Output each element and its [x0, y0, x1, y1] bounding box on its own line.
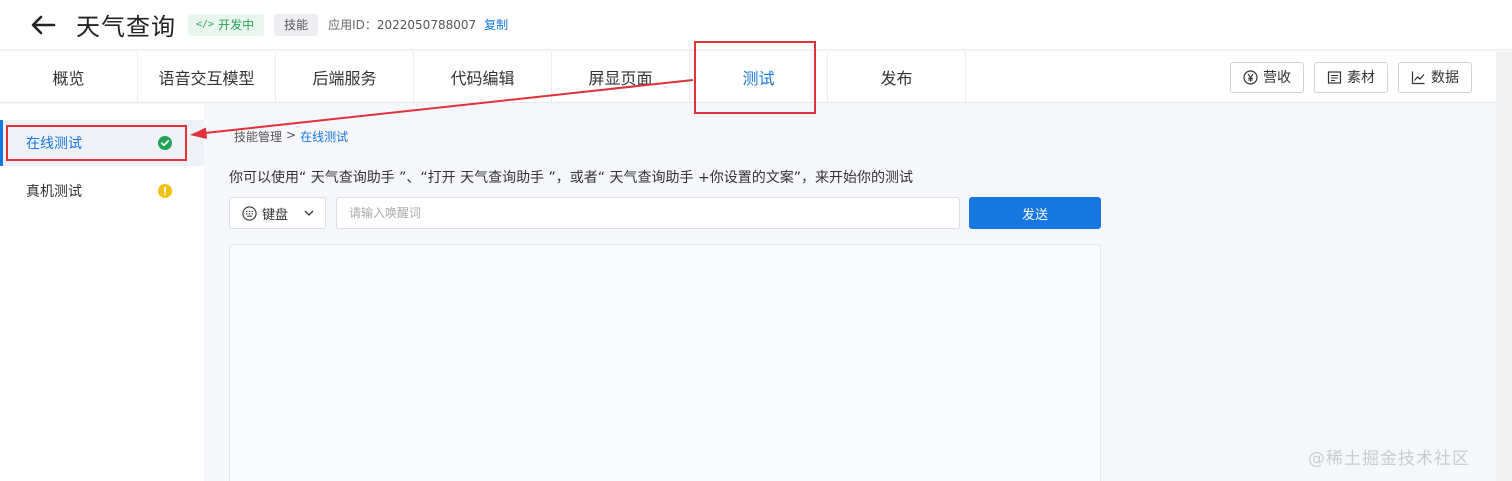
- send-button[interactable]: 发送: [969, 197, 1101, 229]
- revenue-button[interactable]: 营收: [1230, 61, 1304, 93]
- code-icon: </>: [196, 19, 215, 30]
- wake-word-input[interactable]: [336, 197, 960, 229]
- test-chat-area: [229, 244, 1101, 481]
- page-title: 天气查询: [76, 13, 176, 41]
- type-badge: 技能: [274, 13, 319, 36]
- sidebar: 在线测试 真机测试: [0, 104, 204, 481]
- keyboard-icon: [242, 205, 257, 221]
- data-button-label: 数据: [1431, 70, 1459, 86]
- yen-icon: [1243, 69, 1258, 85]
- watermark: @稀土掘金技术社区: [1308, 449, 1470, 469]
- arrow-left-icon: [31, 15, 56, 34]
- material-button-label: 素材: [1347, 70, 1375, 86]
- warning-icon: [158, 184, 172, 198]
- material-icon: [1327, 70, 1342, 84]
- tab-test[interactable]: 测试: [690, 52, 828, 102]
- breadcrumb-current: 在线测试: [300, 130, 349, 144]
- page-scrollbar[interactable]: [1496, 52, 1512, 481]
- data-button[interactable]: 数据: [1398, 61, 1472, 93]
- tab-code-editor[interactable]: 代码编辑: [414, 52, 552, 102]
- tab-publish[interactable]: 发布: [828, 52, 966, 102]
- input-mode-select[interactable]: 键盘: [229, 197, 326, 229]
- back-button[interactable]: [28, 10, 58, 40]
- sidebar-item-device-test[interactable]: 真机测试: [0, 168, 204, 214]
- tab-screen-pages[interactable]: 屏显页面: [552, 52, 690, 102]
- material-button[interactable]: 素材: [1314, 61, 1388, 93]
- status-badge-label: 开发中: [218, 18, 255, 32]
- breadcrumb-separator: >: [286, 128, 297, 142]
- sidebar-item-label: 真机测试: [26, 184, 82, 200]
- chevron-down-icon: [304, 210, 314, 216]
- tab-overview[interactable]: 概览: [0, 52, 138, 102]
- revenue-button-label: 营收: [1263, 70, 1291, 86]
- app-id-label: 应用ID：: [328, 18, 377, 32]
- test-hint-text: 你可以使用“ 天气查询助手 ”、“打开 天气查询助手 ”，或者“ 天气查询助手 …: [229, 170, 913, 186]
- tab-interaction-model[interactable]: 语音交互模型: [138, 52, 276, 102]
- sidebar-item-label: 在线测试: [26, 136, 82, 152]
- breadcrumb: 技能管理 > 在线测试: [234, 128, 348, 145]
- input-mode-label: 键盘: [262, 207, 289, 223]
- nav-actions: 营收 素材 数据: [1230, 52, 1496, 102]
- breadcrumb-parent[interactable]: 技能管理: [234, 128, 282, 145]
- status-badge: </> 开发中: [188, 13, 265, 36]
- top-nav: 概览 语音交互模型 后端服务 代码编辑 屏显页面 测试 发布 营收 素材 数据: [0, 52, 1496, 103]
- sidebar-item-online-test[interactable]: 在线测试: [0, 120, 204, 166]
- copy-app-id-link[interactable]: 复制: [484, 16, 508, 33]
- app-id-value: 2022050788007: [376, 17, 477, 32]
- check-circle-icon: [158, 136, 172, 150]
- tab-backend-service[interactable]: 后端服务: [276, 52, 414, 102]
- chart-icon: [1411, 71, 1425, 84]
- app-header: 天气查询 </> 开发中 技能 应用ID： 2022050788007 复制: [0, 0, 1512, 50]
